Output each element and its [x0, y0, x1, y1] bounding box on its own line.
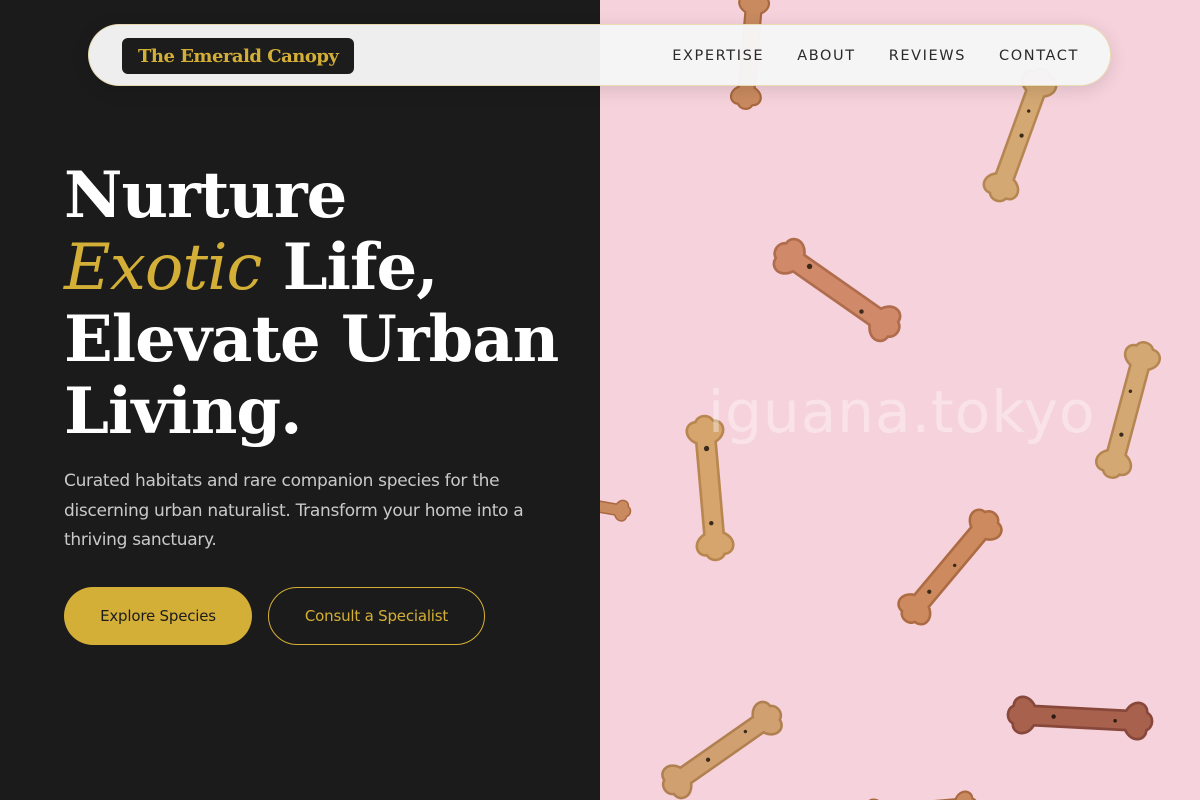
hero-headline: Nurture Exotic Life, Elevate Urban Livin… [64, 160, 584, 448]
consult-specialist-button[interactable]: Consult a Specialist [268, 587, 485, 645]
headline-line-2-rest: Life, [261, 230, 439, 305]
headline-accent-word: Exotic [64, 231, 262, 305]
brand-name: The Emerald Canopy [138, 45, 339, 67]
headline-line-2: Exotic Life, [64, 230, 584, 305]
nav-link-contact[interactable]: CONTACT [999, 48, 1079, 64]
bone-biscuit [1091, 336, 1165, 484]
nav-link-about[interactable]: ABOUT [797, 48, 856, 64]
hero-subcopy: Curated habitats and rare companion spec… [64, 471, 524, 550]
bone-biscuit [764, 231, 910, 349]
explore-species-button[interactable]: Explore Species [64, 587, 252, 645]
nav-link-expertise[interactable]: EXPERTISE [672, 48, 764, 64]
headline-line-1: Nurture [64, 158, 347, 233]
headline-line-3: Elevate Urban [64, 302, 559, 377]
brand-logo[interactable]: The Emerald Canopy [122, 38, 355, 74]
bone-biscuit [600, 486, 633, 524]
image-watermark: iguana.tokyo [708, 378, 1096, 446]
bone-biscuit [1005, 694, 1155, 742]
bone-biscuit [653, 694, 791, 800]
hero-image: iguana.tokyo [600, 0, 1200, 800]
top-navbar: The Emerald Canopy EXPERTISE ABOUT REVIE… [88, 24, 1111, 86]
headline-line-4: Living. [64, 374, 302, 449]
nav-links: EXPERTISE ABOUT REVIEWS CONTACT [672, 25, 1079, 87]
bone-biscuit [890, 501, 1010, 633]
bone-biscuit [860, 789, 980, 800]
nav-link-reviews[interactable]: REVIEWS [889, 48, 966, 64]
